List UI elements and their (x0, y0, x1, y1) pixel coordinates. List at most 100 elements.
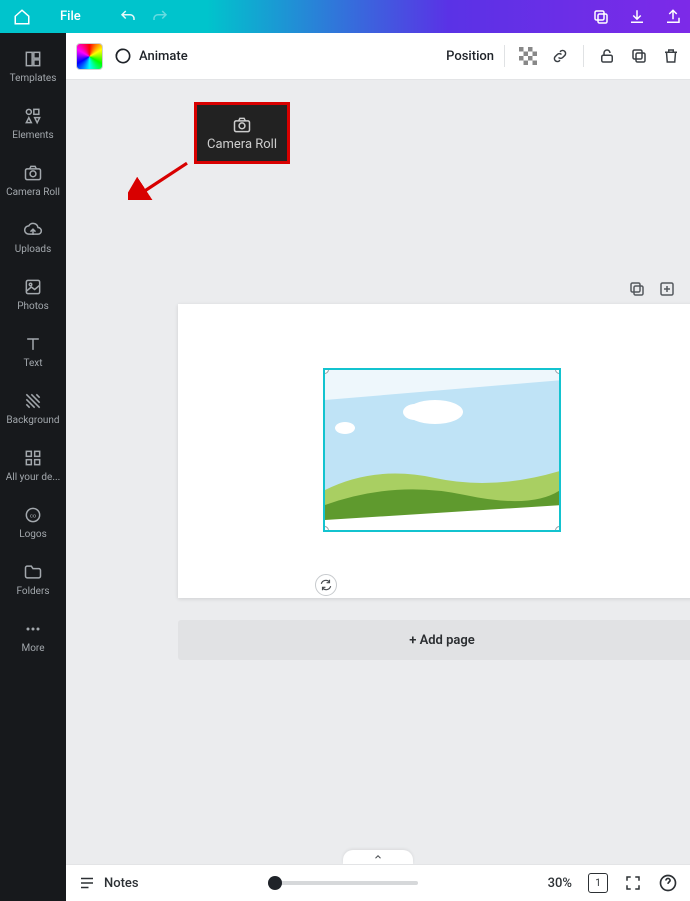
page-grabber[interactable] (343, 850, 413, 864)
topbar-right (592, 8, 682, 26)
sidebar-item-label: Text (23, 358, 42, 369)
notes-button[interactable]: Notes (78, 874, 139, 892)
zoom-level[interactable]: 30% (548, 876, 572, 891)
text-icon (23, 334, 43, 354)
animate-button[interactable]: Animate (113, 46, 188, 66)
duplicate-icon (630, 47, 648, 65)
page-indicator[interactable]: 1 (588, 873, 608, 893)
trash-icon (662, 47, 680, 65)
share-button[interactable] (664, 8, 682, 26)
camera-icon (230, 115, 254, 135)
copy-icon (592, 8, 610, 26)
lock-button[interactable] (598, 47, 616, 65)
main: Templates Elements Camera Roll Uploads P… (0, 33, 690, 901)
download-button[interactable] (628, 8, 646, 26)
camera-roll-callout: Camera Roll (194, 102, 290, 164)
page-number: 1 (595, 878, 601, 889)
divider (583, 45, 584, 67)
sidebar-item-background[interactable]: Background (0, 381, 66, 438)
selected-image[interactable] (323, 368, 561, 532)
sidebar-item-all-designs[interactable]: All your de... (0, 438, 66, 495)
page-tools (628, 280, 676, 298)
page-duplicate-button[interactable] (628, 280, 646, 298)
top-bar: File (0, 0, 690, 33)
zoom-slider-wrap (151, 881, 536, 885)
transparency-button[interactable] (519, 47, 537, 65)
sidebar-item-label: Logos (19, 529, 47, 540)
topbar-left: File (0, 0, 169, 33)
position-button[interactable]: Position (446, 49, 494, 64)
sidebar-item-label: Folders (16, 586, 49, 597)
zoom-slider-knob[interactable] (268, 876, 282, 890)
canvas-area[interactable]: Camera Roll (66, 80, 690, 901)
sync-button[interactable] (315, 574, 337, 596)
redo-icon (151, 8, 169, 26)
sidebar-item-label: Templates (10, 73, 57, 84)
help-button[interactable] (658, 873, 678, 893)
background-icon (23, 391, 43, 411)
color-picker[interactable] (76, 43, 103, 70)
sidebar-item-label: Photos (17, 301, 49, 312)
fullscreen-icon (624, 874, 642, 892)
toolbar-right (504, 45, 680, 67)
fullscreen-button[interactable] (624, 874, 642, 892)
sidebar-item-camera-roll[interactable]: Camera Roll (0, 153, 66, 210)
editor: Animate Position (66, 33, 690, 901)
photos-icon (23, 277, 43, 297)
add-page-label: + Add page (409, 633, 475, 648)
bottom-bar: Notes 30% 1 (66, 864, 690, 901)
logos-icon: co (23, 505, 43, 525)
animate-icon (113, 46, 133, 66)
duplicate-button[interactable] (630, 47, 648, 65)
templates-icon (23, 49, 43, 69)
sidebar-item-elements[interactable]: Elements (0, 96, 66, 153)
sidebar-item-more[interactable]: More (0, 609, 66, 666)
undo-icon (119, 8, 137, 26)
download-icon (628, 8, 646, 26)
design-page[interactable] (178, 304, 690, 598)
transparency-icon (519, 47, 537, 65)
sidebar-item-label: Elements (12, 130, 53, 141)
sidebar-item-text[interactable]: Text (0, 324, 66, 381)
sync-icon (319, 578, 333, 592)
sidebar-item-label: Background (6, 415, 59, 426)
redo-button[interactable] (151, 8, 169, 26)
delete-button[interactable] (662, 47, 680, 65)
file-menu[interactable]: File (44, 0, 97, 33)
copy-button[interactable] (592, 8, 610, 26)
link-icon (551, 47, 569, 65)
sidebar-item-folders[interactable]: Folders (0, 552, 66, 609)
add-page-button[interactable]: + Add page (178, 620, 690, 660)
undo-button[interactable] (119, 8, 137, 26)
page-add-button[interactable] (658, 280, 676, 298)
zoom-group: 30% 1 (548, 873, 678, 893)
divider (504, 45, 505, 67)
animate-label: Animate (139, 49, 188, 64)
sidebar-item-uploads[interactable]: Uploads (0, 210, 66, 267)
sidebar-item-label: More (21, 643, 44, 654)
add-page-icon (658, 280, 676, 298)
zoom-slider[interactable] (268, 881, 418, 885)
home-button[interactable] (0, 0, 44, 33)
sidebar-item-templates[interactable]: Templates (0, 39, 66, 96)
link-button[interactable] (551, 47, 569, 65)
folder-icon (23, 562, 43, 582)
help-icon (658, 873, 678, 893)
sidebar-item-photos[interactable]: Photos (0, 267, 66, 324)
lock-icon (598, 47, 616, 65)
placeholder-image (325, 370, 561, 532)
notes-icon (78, 874, 96, 892)
editor-toolbar: Animate Position (66, 33, 690, 80)
grid-icon (23, 448, 43, 468)
svg-text:co: co (30, 514, 37, 520)
sidebar-item-label: Camera Roll (6, 187, 60, 198)
elements-icon (23, 106, 43, 126)
duplicate-icon (628, 280, 646, 298)
uploads-icon (23, 220, 43, 240)
callout-label: Camera Roll (207, 137, 277, 152)
undo-redo-group (119, 8, 169, 26)
chevron-up-icon (372, 852, 384, 862)
sidebar-item-logos[interactable]: co Logos (0, 495, 66, 552)
sidebar-item-label: Uploads (15, 244, 51, 255)
annotation-arrow (128, 160, 198, 200)
